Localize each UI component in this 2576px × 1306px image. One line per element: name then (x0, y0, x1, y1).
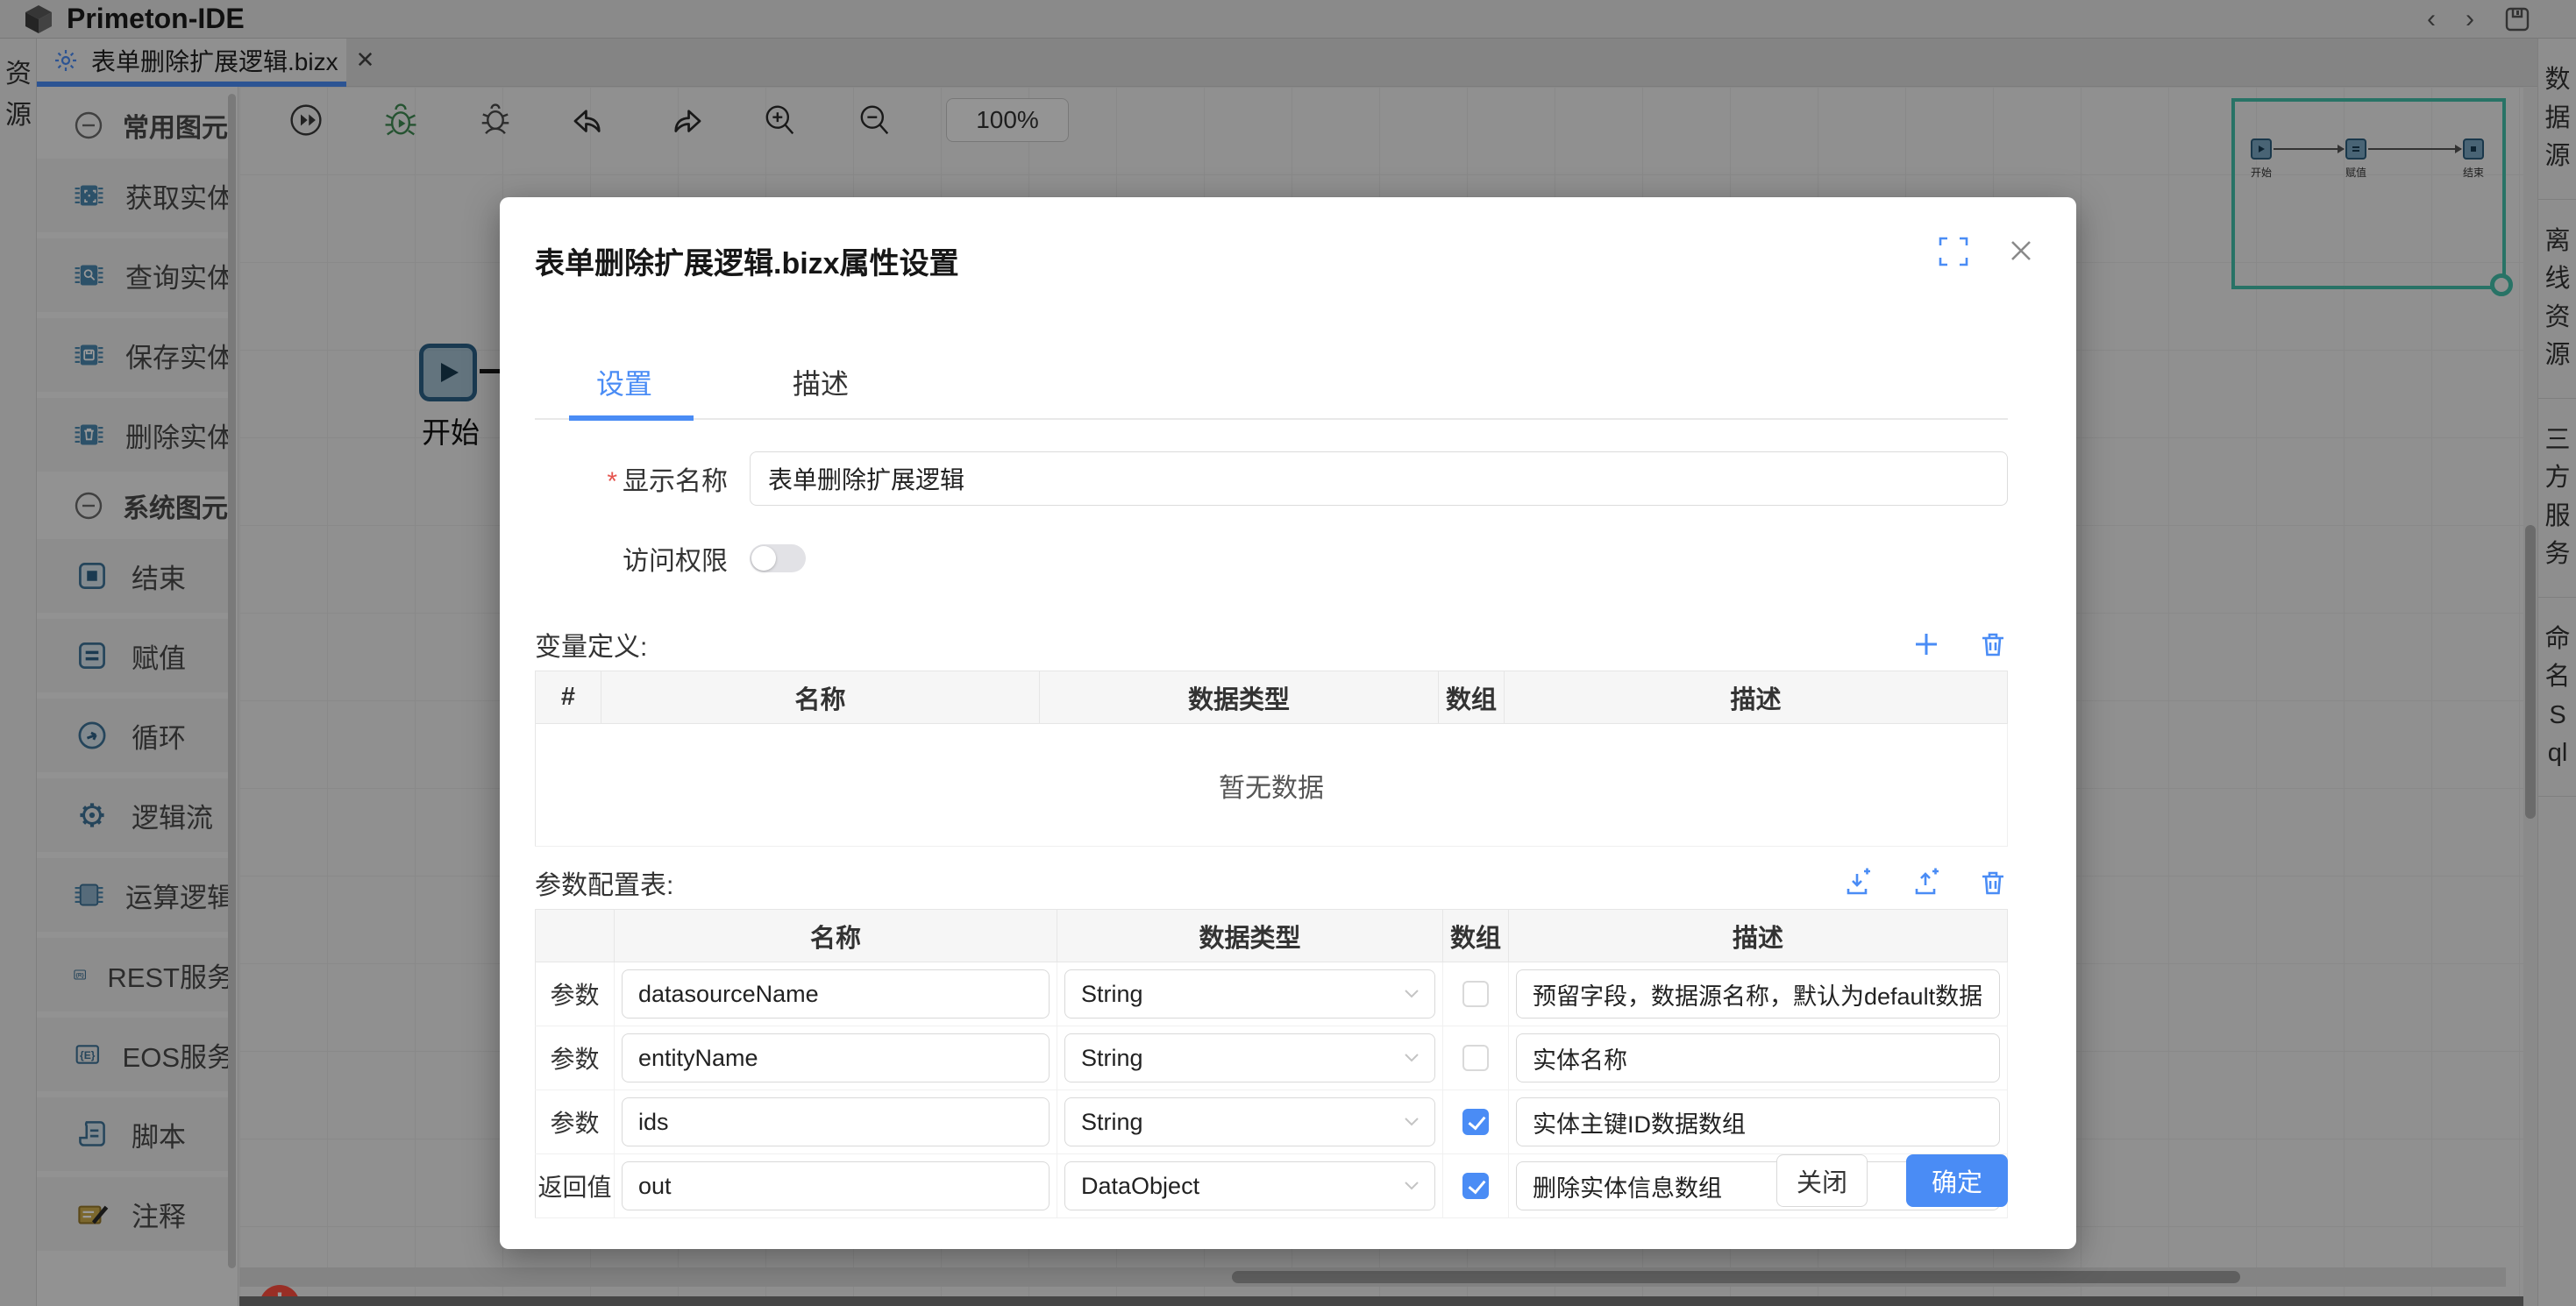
variables-table: # 名称 数据类型 数组 描述 暂无数据 (535, 671, 2008, 847)
variables-section-header: 变量定义: (535, 625, 2008, 664)
tabs-divider (535, 418, 2008, 420)
param-row: 参数 String (536, 1026, 2008, 1090)
col-desc: 描述 (1509, 910, 2008, 962)
chevron-down-icon (1405, 990, 1419, 998)
param-array-checkbox[interactable] (1462, 1173, 1489, 1199)
ok-button[interactable]: 确定 (1906, 1154, 2008, 1207)
access-toggle[interactable] (750, 544, 806, 572)
empty-state: 暂无数据 (536, 724, 2008, 847)
access-label: 访问权限 (535, 539, 728, 578)
param-name-input[interactable] (622, 969, 1050, 1019)
add-variable-icon[interactable] (1911, 629, 1941, 659)
display-name-row: *显示名称 (535, 451, 2008, 506)
delete-variable-icon[interactable] (1978, 629, 2008, 659)
display-name-label: 显示名称 (623, 467, 728, 496)
param-name-input[interactable] (622, 1161, 1050, 1210)
delete-param-icon[interactable] (1978, 868, 2008, 898)
col-type: 数据类型 (1040, 671, 1439, 724)
col-kind (536, 910, 615, 962)
fullscreen-icon[interactable] (1936, 234, 1971, 269)
col-desc: 描述 (1505, 671, 2008, 724)
dialog-tabs: 设置 描述 (574, 362, 871, 422)
export-params-icon[interactable] (1910, 867, 1941, 898)
param-name-input[interactable] (622, 1097, 1050, 1146)
chevron-down-icon (1405, 1118, 1419, 1126)
col-array: 数组 (1443, 910, 1509, 962)
access-row: 访问权限 (535, 539, 2008, 578)
param-name-input[interactable] (622, 1033, 1050, 1082)
tab-description[interactable]: 描述 (771, 362, 871, 422)
param-desc-input[interactable] (1516, 1097, 2000, 1146)
close-button[interactable]: 关闭 (1776, 1154, 1868, 1207)
close-icon[interactable] (2004, 234, 2038, 267)
param-row: 参数 String (536, 1090, 2008, 1154)
params-title: 参数配置表: (535, 863, 673, 902)
param-row: 参数 String (536, 962, 2008, 1026)
toggle-knob (751, 546, 776, 571)
variables-title: 变量定义: (535, 625, 647, 664)
required-mark: * (607, 467, 617, 496)
import-params-icon[interactable] (1841, 867, 1873, 898)
param-desc-input[interactable] (1516, 969, 2000, 1019)
params-section-header: 参数配置表: (535, 863, 2008, 902)
param-array-checkbox[interactable] (1462, 1045, 1489, 1071)
dialog-title: 表单删除扩展逻辑.bizx属性设置 (535, 197, 2008, 282)
col-array: 数组 (1439, 671, 1505, 724)
col-name: 名称 (615, 910, 1057, 962)
param-type-select[interactable]: DataObject (1064, 1161, 1435, 1210)
chevron-down-icon (1405, 1054, 1419, 1062)
col-name: 名称 (601, 671, 1040, 724)
dialog-footer: 关闭 确定 (1776, 1154, 2008, 1207)
tab-settings[interactable]: 设置 (574, 362, 674, 422)
col-index: # (536, 671, 601, 724)
chevron-down-icon (1405, 1182, 1419, 1190)
col-type: 数据类型 (1057, 910, 1443, 962)
param-desc-input[interactable] (1516, 1033, 2000, 1082)
param-type-select[interactable]: String (1064, 1033, 1435, 1082)
ide-window: Primeton-IDE ‹ › 资源 表单删除扩展逻辑.bizx ✕ 常用图元 (0, 0, 2576, 1306)
active-tab-indicator (569, 415, 694, 421)
param-array-checkbox[interactable] (1462, 981, 1489, 1007)
param-type-select[interactable]: String (1064, 1097, 1435, 1146)
param-array-checkbox[interactable] (1462, 1109, 1489, 1135)
param-type-select[interactable]: String (1064, 969, 1435, 1019)
properties-dialog: 表单删除扩展逻辑.bizx属性设置 设置 描述 *显示名称 访问权限 变量定义: (500, 197, 2076, 1249)
display-name-input[interactable] (750, 451, 2008, 506)
